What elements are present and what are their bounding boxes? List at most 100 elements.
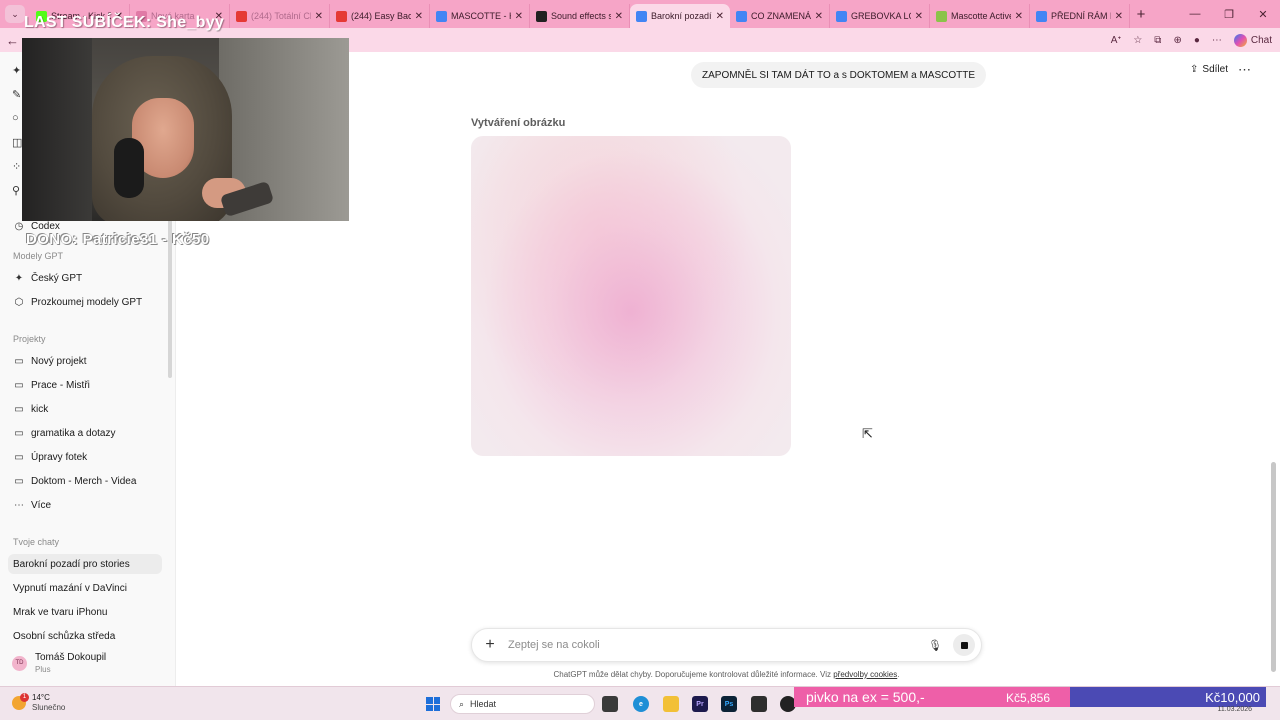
- browser-tab[interactable]: GREBOVKA LOKAL ✕: [830, 4, 930, 28]
- sidebar-chat-item[interactable]: Mrak ve tvaru iPhonu: [8, 602, 162, 622]
- gpt-icon: ✦: [14, 272, 24, 284]
- browser-tab[interactable]: CO ZNAMENÁ AN ✕: [730, 4, 830, 28]
- more-options-icon[interactable]: ⋯: [1238, 62, 1252, 78]
- read-aloud-icon[interactable]: Aᐩ: [1111, 35, 1122, 46]
- browser-tab[interactable]: (244) Easy Backgr ✕: [330, 4, 430, 28]
- temperature: 14°C: [32, 693, 50, 702]
- folder-icon: ▭: [14, 379, 24, 391]
- photoshop-icon[interactable]: Ps: [721, 696, 737, 712]
- sidebar-item-label: Osobní schůzka středa: [13, 630, 116, 642]
- share-button[interactable]: ⇪ Sdílet: [1190, 64, 1228, 75]
- cube-icon: ⬡: [14, 296, 24, 308]
- close-tab-icon[interactable]: ✕: [415, 11, 423, 22]
- sidebar-item-label: Barokní pozadí pro stories: [13, 558, 130, 570]
- browser-tab-label: (244) Totální Chu: [251, 11, 311, 21]
- taskbar-search[interactable]: ⌕ Hledat: [450, 694, 595, 714]
- sidebar-item-new-project[interactable]: ▭ Nový projekt: [8, 351, 162, 371]
- cookie-preferences-link[interactable]: předvolby cookies: [833, 670, 897, 679]
- back-arrow-icon[interactable]: ←: [6, 33, 20, 48]
- app-icon[interactable]: [751, 696, 767, 712]
- sidebar-item-cesky-gpt[interactable]: ✦ Český GPT: [8, 268, 162, 288]
- donation-text: DONO: Patricie31 - Kč50: [26, 231, 210, 248]
- folder-icon: ▭: [14, 403, 24, 415]
- gpt-section-heading: Modely GPT: [13, 251, 64, 261]
- browser-tab-label: Mascotte Active P: [951, 11, 1011, 21]
- close-tab-icon[interactable]: ✕: [1015, 11, 1023, 22]
- sidebar-item-explore-gpts[interactable]: ⬡ Prozkoumej modely GPT: [8, 292, 162, 312]
- collections-icon[interactable]: ⊕: [1173, 35, 1181, 46]
- browser-tab[interactable]: MASCOTTE - Hlea ✕: [430, 4, 530, 28]
- close-tab-icon[interactable]: ✕: [515, 11, 523, 22]
- sidebar-item-project[interactable]: ▭ kick: [8, 399, 162, 419]
- browser-tab[interactable]: (244) Totální Chu ✕: [230, 4, 330, 28]
- file-explorer-icon[interactable]: [663, 696, 679, 712]
- stream-alert-banner: pivko na ex = 500,- Kč5,856: [794, 687, 1070, 707]
- disclaimer-end: .: [897, 670, 900, 679]
- close-tab-icon[interactable]: ✕: [1115, 11, 1123, 22]
- edge-icon[interactable]: e: [633, 696, 649, 712]
- chevron-down-icon: ⌄: [5, 5, 25, 23]
- donation-goal-banner: Kč10,000: [1070, 687, 1266, 707]
- profile-icon[interactable]: ●: [1194, 35, 1200, 46]
- prompt-input[interactable]: [508, 639, 923, 651]
- projects-section-heading: Projekty: [13, 334, 46, 344]
- browser-tab-label: MASCOTTE - Hlea: [451, 11, 511, 21]
- sidebar-item-project[interactable]: ▭ Úpravy fotek: [8, 447, 162, 467]
- sidebar-chat-item[interactable]: Barokní pozadí pro stories: [8, 554, 162, 574]
- add-attachment-icon[interactable]: +: [472, 636, 508, 654]
- new-folder-icon: ▭: [14, 355, 24, 367]
- browser-tab[interactable]: Sound effects sea ✕: [530, 4, 630, 28]
- close-tab-icon[interactable]: ✕: [716, 11, 724, 22]
- stop-generation-button[interactable]: [953, 634, 975, 656]
- copilot-chat-button[interactable]: Chat: [1233, 33, 1272, 47]
- sidebar-item-more[interactable]: ⋯ Více: [8, 495, 162, 515]
- sidebar-item-project[interactable]: ▭ Prace - Mistři: [8, 375, 162, 395]
- browser-tab-label: CO ZNAMENÁ AN: [751, 11, 811, 21]
- close-tab-icon[interactable]: ✕: [615, 11, 623, 22]
- premiere-pro-icon[interactable]: Pr: [692, 696, 708, 712]
- close-tab-icon[interactable]: ✕: [315, 11, 323, 22]
- sidebar-item-label: gramatika a dotazy: [31, 427, 116, 439]
- task-view-icon[interactable]: [602, 696, 618, 712]
- new-tab-button[interactable]: +: [1130, 6, 1152, 23]
- google-favicon: [1036, 10, 1047, 22]
- google-favicon: [636, 10, 647, 22]
- sidebar-item-project[interactable]: ▭ gramatika a dotazy: [8, 423, 162, 443]
- more-icon[interactable]: ⋯: [1212, 35, 1222, 46]
- browser-tab-label: Barokní pozadí pr: [651, 11, 712, 21]
- search-icon: ⌕: [459, 698, 465, 709]
- window-controls: — ❐ ✕: [1178, 0, 1280, 28]
- folder-icon: ▭: [14, 475, 24, 487]
- user-profile-button[interactable]: TD Tomáš Dokoupil Plus: [8, 648, 168, 678]
- microphone-icon[interactable]: 🎙: [923, 639, 947, 652]
- browser-tab[interactable]: PŘEDNÍ RÁM POD ✕: [1030, 4, 1130, 28]
- chats-section-heading: Tvoje chaty: [13, 537, 60, 547]
- image-generation-label: Vytváření obrázku: [471, 117, 566, 129]
- close-tab-icon[interactable]: ✕: [915, 11, 923, 22]
- browser-tab[interactable]: Barokní pozadí pr ✕: [630, 4, 730, 28]
- chatgpt-favicon: [536, 10, 547, 22]
- close-window-icon[interactable]: ✕: [1246, 0, 1280, 28]
- extensions-icon[interactable]: ⧉: [1154, 35, 1161, 46]
- minimize-icon[interactable]: —: [1178, 0, 1212, 28]
- close-tab-icon[interactable]: ✕: [815, 11, 823, 22]
- sidebar-chat-item[interactable]: Vypnutí mazání v DaVinci: [8, 578, 162, 598]
- sidebar-item-project[interactable]: ▭ Doktom - Merch - Videa: [8, 471, 162, 491]
- browser-tab-label: Sound effects sea: [551, 11, 611, 21]
- weather-widget[interactable]: 1 14°C Slunečno: [12, 693, 65, 713]
- sidebar-chat-item[interactable]: Osobní schůzka středa: [8, 626, 162, 646]
- favorite-star-icon[interactable]: ☆: [1133, 35, 1142, 46]
- youtube-favicon: [336, 10, 347, 22]
- goal-amount: Kč10,000: [1205, 690, 1260, 705]
- main-scrollbar[interactable]: [1271, 462, 1276, 672]
- maximize-icon[interactable]: ❐: [1212, 0, 1246, 28]
- windows-start-icon[interactable]: [426, 697, 440, 711]
- generating-image-placeholder: [471, 136, 791, 456]
- webcam-chair: [22, 38, 92, 221]
- browser-tab[interactable]: Mascotte Active P ✕: [930, 4, 1030, 28]
- webcam-overlay: [22, 38, 349, 221]
- codex-icon: ◷: [14, 220, 24, 232]
- sidebar-item-label: Český GPT: [31, 272, 83, 284]
- taskbar-search-label: Hledat: [470, 699, 497, 709]
- user-plan: Plus: [35, 664, 51, 674]
